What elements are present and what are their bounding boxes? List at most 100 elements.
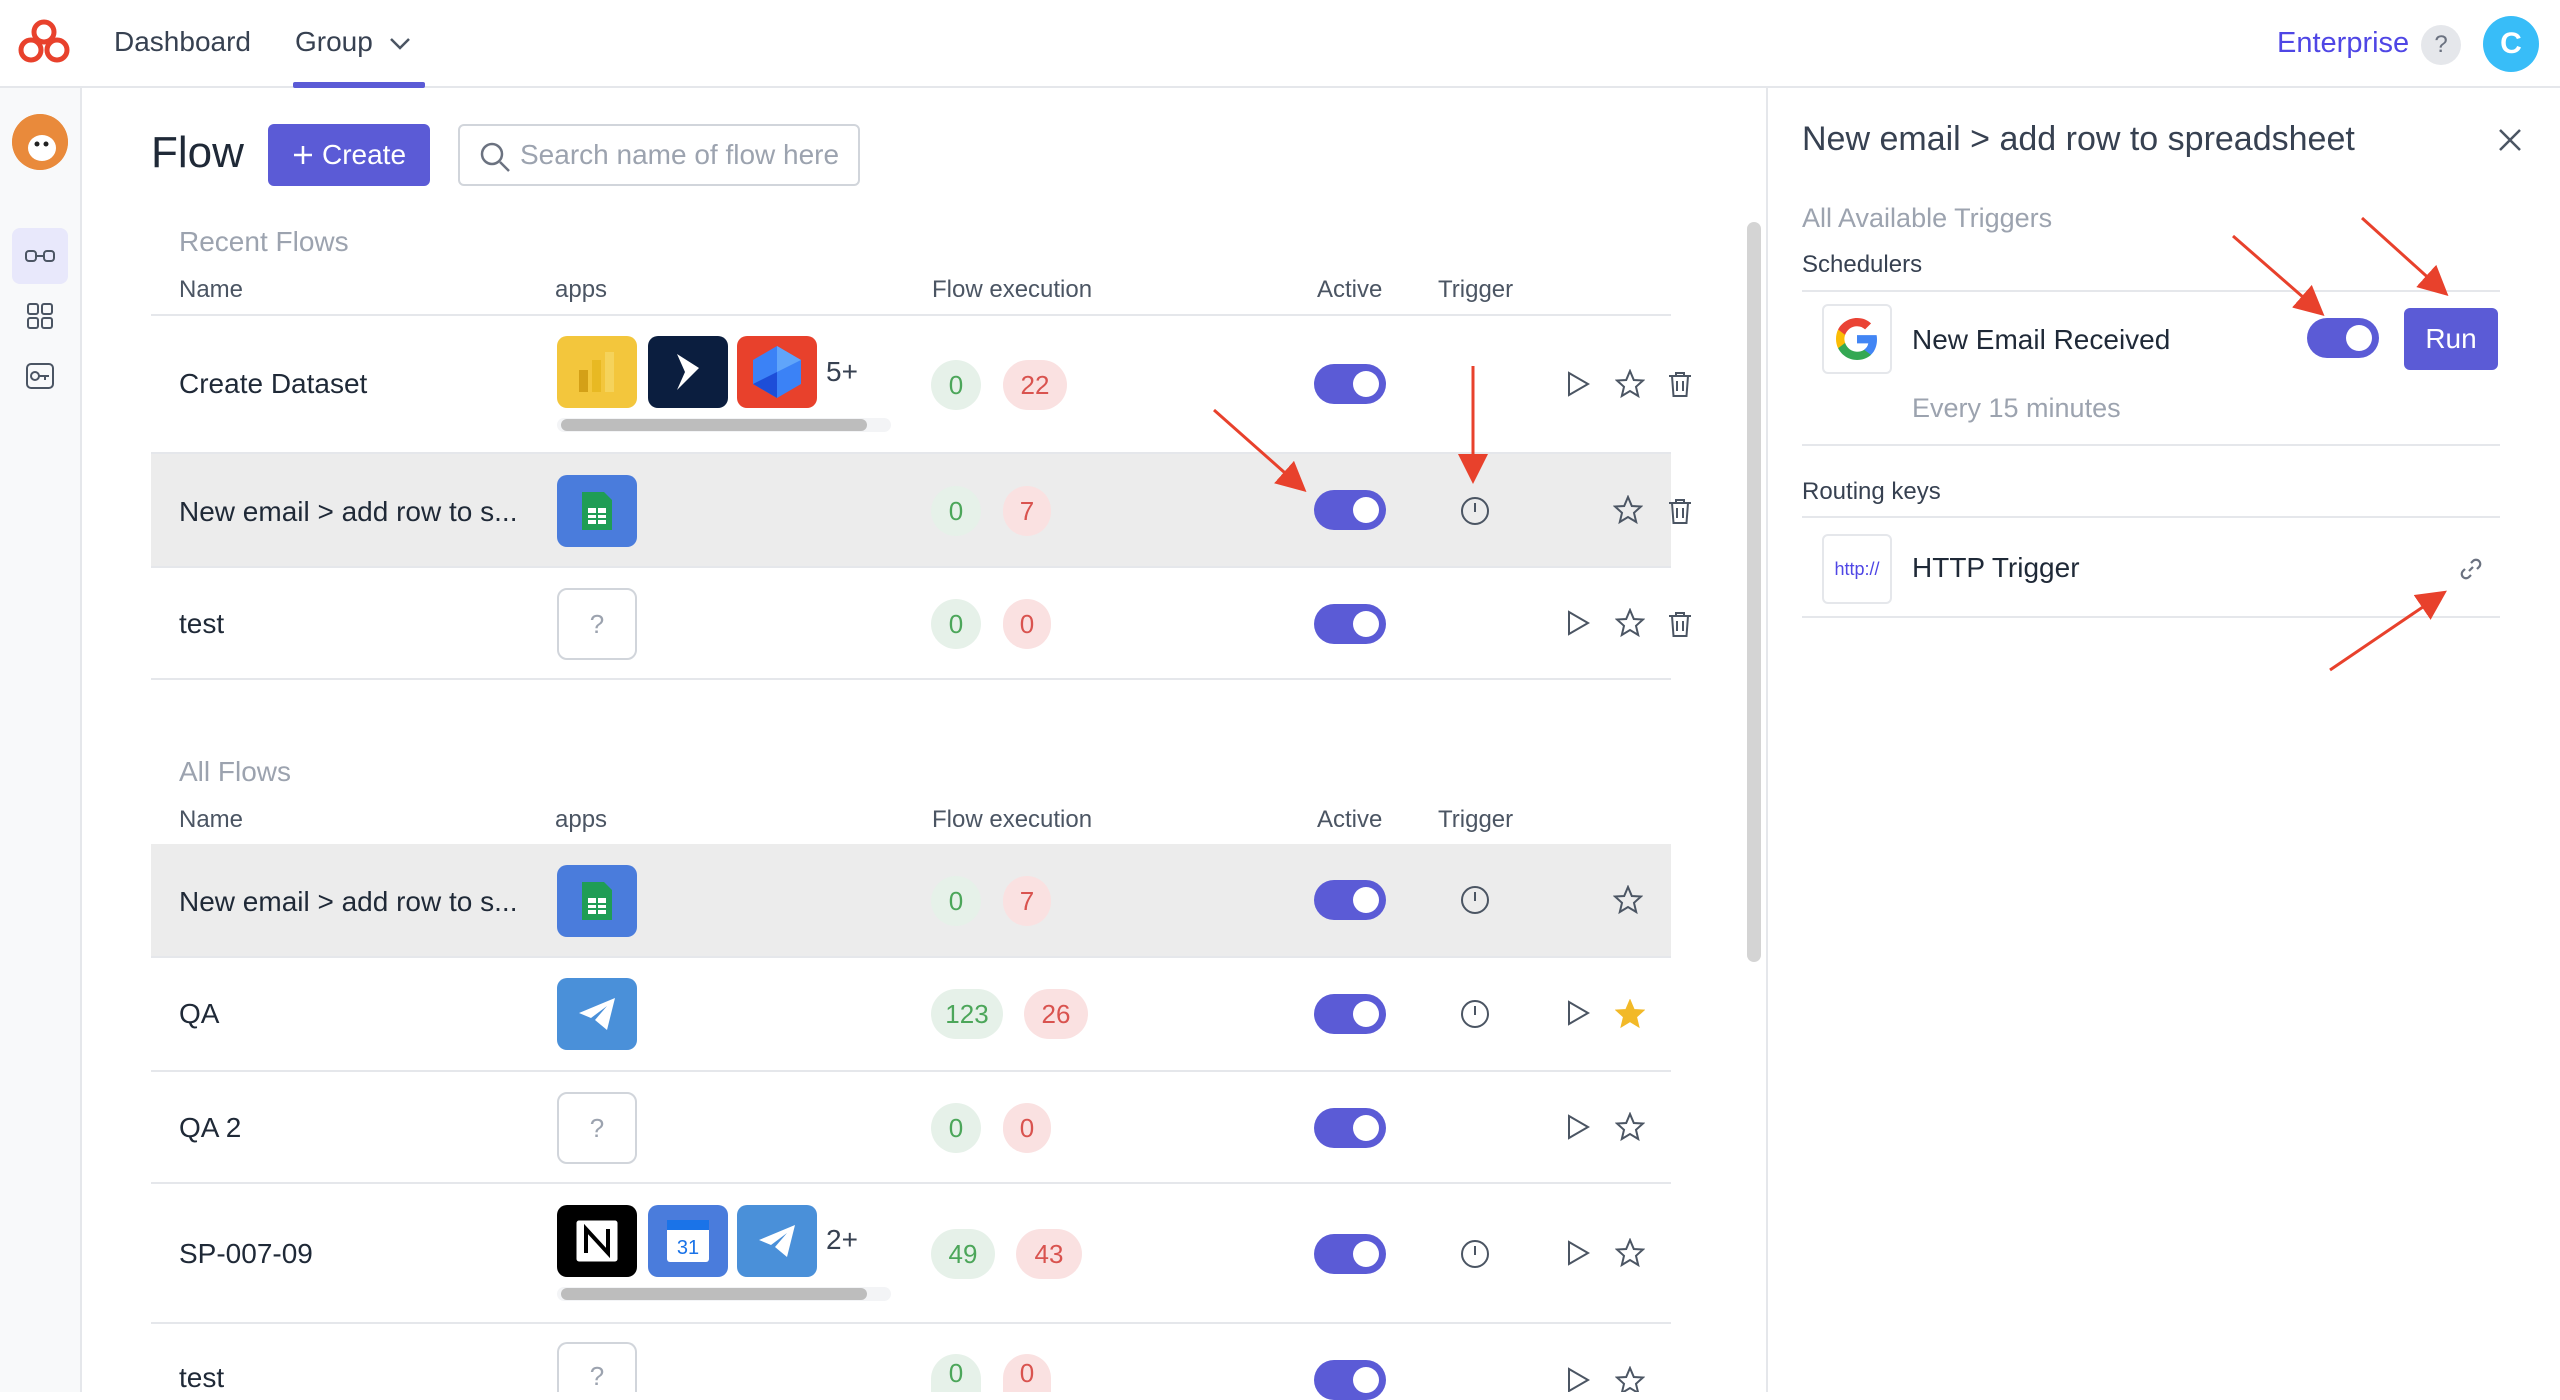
flow-name[interactable]: test xyxy=(179,608,224,640)
key-icon xyxy=(26,363,54,389)
flow-name[interactable]: QA 2 xyxy=(179,1112,241,1144)
active-toggle[interactable] xyxy=(1314,994,1386,1034)
flow-name[interactable]: SP-007-09 xyxy=(179,1238,313,1270)
col-name: Name xyxy=(179,806,244,833)
trigger-toggle[interactable] xyxy=(2307,318,2379,358)
trigger-panel xyxy=(1766,88,2560,1392)
star-icon[interactable] xyxy=(1613,495,1643,525)
play-icon[interactable] xyxy=(1564,1239,1592,1267)
flow-name[interactable]: New email > add row to s... xyxy=(179,886,517,918)
user-avatar[interactable]: C xyxy=(2483,16,2539,72)
top-bar: Dashboard Group Enterprise ? C xyxy=(0,0,2560,88)
active-toggle[interactable] xyxy=(1314,1360,1386,1400)
failure-count: 0 xyxy=(1003,599,1051,649)
col-trigger: Trigger xyxy=(1438,276,1514,303)
search-icon xyxy=(480,142,510,172)
apps-scrollbar[interactable] xyxy=(557,418,891,432)
table-row[interactable]: New email > add row to s... xyxy=(151,844,1671,958)
link-icon[interactable] xyxy=(2458,556,2484,582)
scheduler-trigger-card xyxy=(1802,290,2500,446)
create-flow-button[interactable]: Create xyxy=(268,124,430,186)
active-toggle[interactable] xyxy=(1314,1108,1386,1148)
active-toggle[interactable] xyxy=(1314,880,1386,920)
play-icon[interactable] xyxy=(1564,999,1592,1027)
calendar-day: 31 xyxy=(677,1237,699,1259)
apps-more-count: 2+ xyxy=(826,1224,858,1255)
close-icon[interactable] xyxy=(2496,126,2524,154)
run-button[interactable]: Run xyxy=(2404,308,2498,370)
star-filled-icon[interactable] xyxy=(1615,999,1645,1029)
notion-icon xyxy=(557,1205,637,1277)
create-label: Create xyxy=(321,139,407,170)
trash-icon[interactable] xyxy=(1667,610,1693,638)
star-icon[interactable] xyxy=(1615,1366,1645,1392)
failure-count: 7 xyxy=(1003,486,1051,536)
table-row[interactable]: New email > add row to s... xyxy=(151,454,1671,568)
sidebar-item-keys[interactable] xyxy=(12,348,68,404)
list-scrollbar[interactable] xyxy=(1747,222,1761,962)
success-count: 0 xyxy=(931,1103,981,1153)
flow-name[interactable]: QA xyxy=(179,998,219,1030)
grid-icon xyxy=(27,303,53,329)
play-icon[interactable] xyxy=(1564,609,1592,637)
help-icon[interactable]: ? xyxy=(2421,25,2461,65)
unknown-app-icon: ? xyxy=(557,588,637,660)
flow-name[interactable]: Create Dataset xyxy=(179,368,367,400)
workspace-avatar[interactable] xyxy=(12,114,68,170)
play-icon[interactable] xyxy=(1564,1113,1592,1141)
success-count: 49 xyxy=(931,1229,995,1279)
col-trigger: Trigger xyxy=(1438,806,1514,833)
trigger-interval: Every 15 minutes xyxy=(1912,393,2121,423)
clock-icon[interactable] xyxy=(1459,884,1491,916)
sidebar-item-apps[interactable] xyxy=(12,288,68,344)
nav-group[interactable]: Group xyxy=(295,26,411,58)
col-active: Active xyxy=(1317,806,1383,833)
star-icon[interactable] xyxy=(1615,1238,1645,1268)
apps-scrollbar[interactable] xyxy=(557,1287,891,1301)
star-icon[interactable] xyxy=(1615,608,1645,638)
active-toggle[interactable] xyxy=(1314,364,1386,404)
search-input[interactable]: Search name of flow here xyxy=(458,124,860,186)
table-row[interactable]: SP-007-09 xyxy=(151,1184,1671,1324)
sidebar-item-flows[interactable] xyxy=(12,228,68,284)
table-row[interactable]: Create Dataset xyxy=(151,316,1671,454)
apps-more-count: 5+ xyxy=(826,356,858,387)
active-toggle[interactable] xyxy=(1314,490,1386,530)
failure-count: 26 xyxy=(1024,989,1088,1039)
success-count: 0 xyxy=(931,360,981,410)
sidebar xyxy=(0,88,82,1392)
clock-icon[interactable] xyxy=(1459,495,1491,527)
active-toggle[interactable] xyxy=(1314,1234,1386,1274)
flow-name[interactable]: test xyxy=(179,1362,224,1394)
google-calendar-icon: 31 xyxy=(648,1205,728,1277)
col-execution: Flow execution xyxy=(932,806,1093,833)
google-icon xyxy=(1822,304,1892,374)
star-icon[interactable] xyxy=(1615,1112,1645,1142)
trigger-name: New Email Received xyxy=(1912,324,2171,355)
star-icon[interactable] xyxy=(1615,369,1645,399)
schedulers-label: Schedulers xyxy=(1802,251,1923,278)
play-icon[interactable] xyxy=(1564,1366,1592,1392)
unknown-app-icon: ? xyxy=(557,1092,637,1164)
clock-icon[interactable] xyxy=(1459,998,1491,1030)
table-row[interactable]: test xyxy=(151,568,1671,680)
app-logo-icon[interactable] xyxy=(16,18,72,70)
col-active: Active xyxy=(1317,276,1383,303)
nav-dashboard[interactable]: Dashboard xyxy=(114,26,251,58)
chevron-down-icon xyxy=(389,37,410,50)
table-row[interactable]: test xyxy=(151,1324,1671,1394)
dynamics-icon xyxy=(648,336,728,408)
panel-title: New email > add row to spreadsheet xyxy=(1802,120,2355,158)
enterprise-link[interactable]: Enterprise xyxy=(2277,27,2409,60)
trash-icon[interactable] xyxy=(1667,370,1693,398)
star-icon[interactable] xyxy=(1613,885,1643,915)
play-icon[interactable] xyxy=(1564,370,1592,398)
active-toggle[interactable] xyxy=(1314,604,1386,644)
table-row[interactable]: QA 2 xyxy=(151,1072,1671,1184)
available-triggers-label: All Available Triggers xyxy=(1802,203,2053,233)
failure-count: 7 xyxy=(1003,876,1051,926)
clock-icon[interactable] xyxy=(1459,1238,1491,1270)
flow-name[interactable]: New email > add row to s... xyxy=(179,496,517,528)
table-row[interactable]: QA xyxy=(151,958,1671,1072)
trash-icon[interactable] xyxy=(1667,497,1693,525)
